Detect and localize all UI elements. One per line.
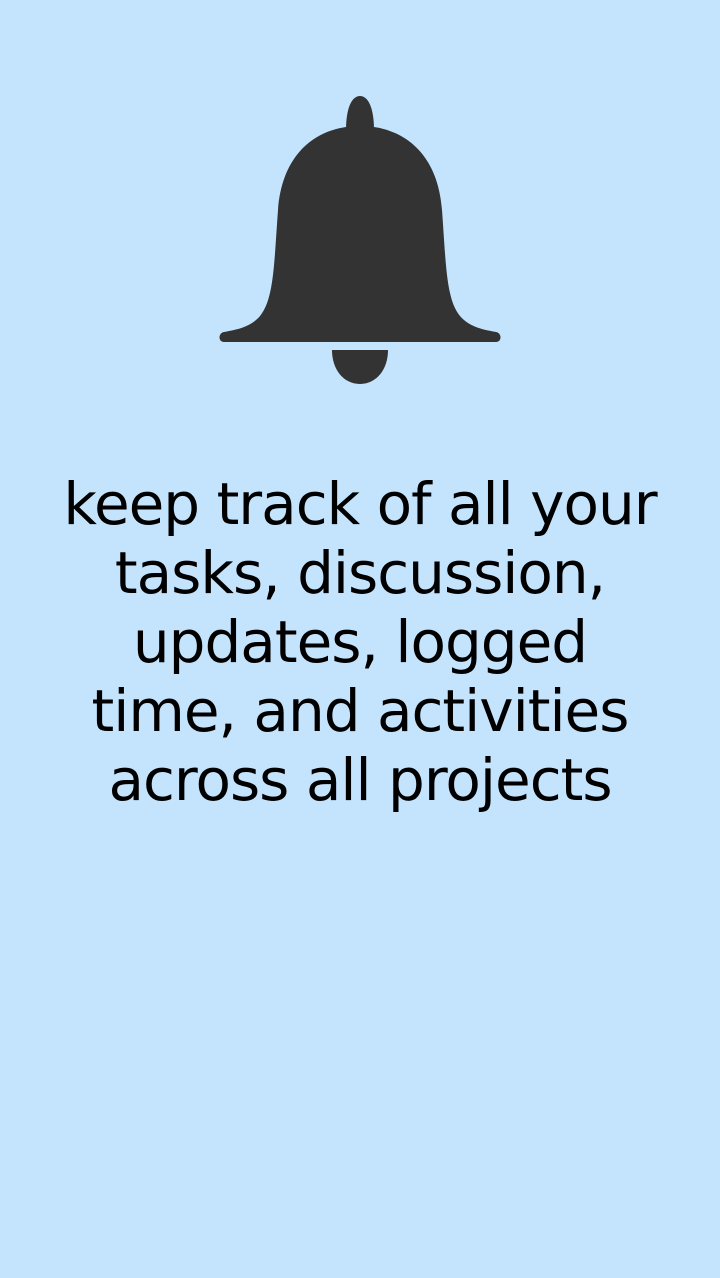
onboarding-screen: keep track of all your tasks, discussion…: [0, 0, 720, 1278]
onboarding-message: keep track of all your tasks, discussion…: [63, 470, 657, 814]
bell-icon: [219, 96, 501, 384]
